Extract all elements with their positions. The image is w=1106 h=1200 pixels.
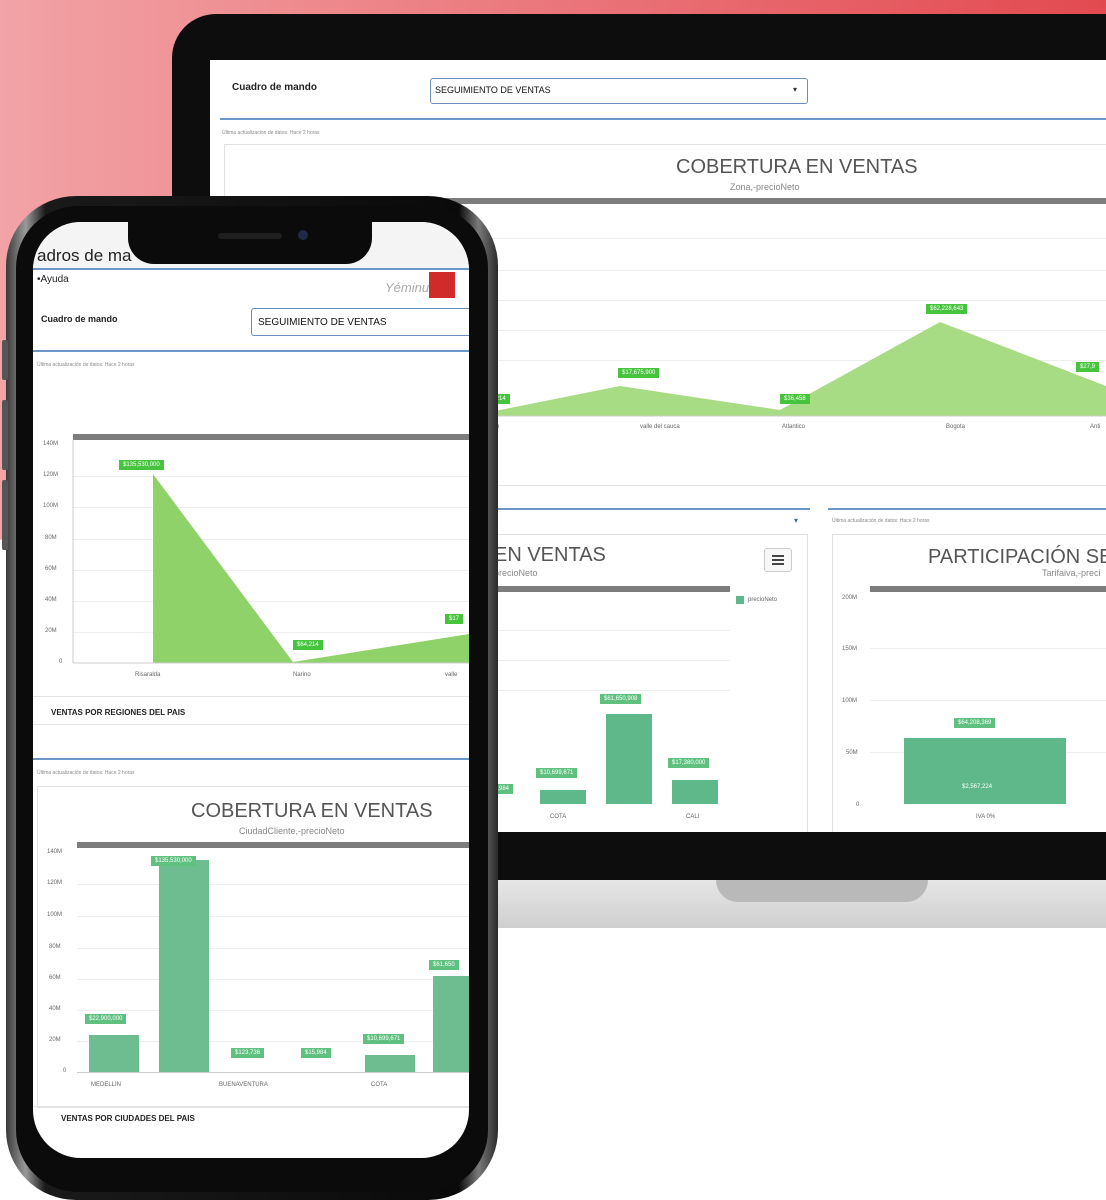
- bar: [904, 738, 1066, 804]
- gridline: [77, 916, 469, 917]
- y-tick-label: 0: [63, 1068, 67, 1074]
- x-tick-label: BUENAVENTURA: [219, 1082, 268, 1088]
- chart-header-bar: [870, 586, 1106, 592]
- bar: [89, 1035, 139, 1072]
- volume-button: [2, 480, 8, 550]
- mid-left-subtitle: precioNeto: [494, 568, 538, 578]
- x-tick-label: COTA: [550, 814, 567, 820]
- data-label: $10,699,671: [536, 768, 578, 778]
- x-tick-label: valle del cauca: [640, 424, 680, 430]
- data-label: $15,984: [301, 1048, 331, 1058]
- section-heading: VENTAS POR CIUDADES DEL PAIS: [61, 1114, 195, 1123]
- camera-icon: [298, 230, 308, 240]
- bar-chart-subtitle: CiudadCliente,-precioNeto: [239, 826, 345, 836]
- mid-right-subtitle: Tarifaiva,-preci: [1042, 568, 1101, 578]
- data-label: $135,530,000: [119, 460, 164, 470]
- last-update-text: Última actualización de datos: Hace 2 ho…: [37, 770, 135, 776]
- x-tick-label: valle: [445, 672, 458, 678]
- data-label: $64,208,369: [954, 718, 996, 728]
- chart-header-bar: [490, 586, 730, 592]
- legend-swatch: [736, 596, 744, 604]
- y-tick-label: 200M: [842, 595, 858, 601]
- x-tick-label: IVA 0%: [976, 814, 996, 820]
- y-tick-label: 60M: [49, 975, 61, 981]
- divider: [33, 724, 469, 725]
- section-rule: [490, 508, 810, 510]
- section-heading: VENTAS POR REGIONES DEL PAIS: [51, 708, 186, 717]
- y-tick-label: 150M: [842, 646, 858, 652]
- volume-button: [2, 400, 8, 470]
- y-tick-label: 120M: [47, 880, 63, 886]
- x-tick-label: Anti: [1090, 424, 1101, 430]
- data-label: $62,228,643: [926, 304, 968, 314]
- data-label: $64,214: [293, 640, 323, 650]
- gridline: [870, 700, 1106, 701]
- bar: [672, 780, 718, 804]
- x-tick-label: CALI: [686, 814, 700, 820]
- gridline: [490, 630, 730, 631]
- divider: [33, 696, 469, 697]
- x-axis: [77, 1072, 469, 1073]
- x-tick-label: MEDELLIN: [91, 1082, 122, 1088]
- area-chart: [72, 440, 469, 664]
- divider: [33, 1106, 469, 1107]
- section-rule: [828, 508, 1106, 510]
- section-rule: [33, 758, 469, 760]
- phone-screen: adros de ma •Ayuda Yéminus Cuadro de man…: [33, 222, 469, 1158]
- gridline: [77, 979, 469, 980]
- data-label: $61,650: [429, 960, 459, 970]
- gridline: [490, 690, 730, 691]
- bar: [540, 790, 586, 804]
- bar: [159, 860, 209, 1072]
- gridline: [77, 884, 469, 885]
- chevron-down-icon[interactable]: ▾: [794, 516, 798, 525]
- x-tick-label: Narino: [293, 672, 311, 678]
- legend-label: precioNeto: [748, 597, 778, 603]
- y-tick-label: 0: [856, 802, 860, 808]
- data-label: $135,530,000: [151, 856, 196, 866]
- mid-right-title: PARTICIPACIÓN SEG: [928, 546, 1106, 568]
- y-tick-label: 100M: [47, 912, 63, 918]
- data-label: $10,699,671: [363, 1034, 405, 1044]
- y-tick-label: 20M: [49, 1037, 61, 1043]
- gridline: [490, 660, 730, 661]
- y-tick-label: 100M: [842, 698, 858, 704]
- bar: [433, 976, 469, 1072]
- laptop-hinge: [716, 880, 928, 902]
- bar: [606, 714, 652, 804]
- data-label: $17: [445, 614, 464, 624]
- x-tick-label: Risaralda: [135, 672, 161, 678]
- data-label: $17,380,000: [668, 758, 710, 768]
- mid-left-title: EN VENTAS: [494, 544, 606, 566]
- gridline: [77, 1010, 469, 1011]
- y-tick-label: 140M: [47, 849, 63, 855]
- volume-button: [2, 340, 8, 380]
- data-label: $36,458: [780, 394, 810, 404]
- y-tick-label: 40M: [49, 1006, 61, 1012]
- y-tick-label: 50M: [846, 750, 858, 756]
- menu-icon[interactable]: [764, 548, 792, 572]
- x-tick-label: Bogota: [946, 424, 966, 430]
- speaker-icon: [218, 233, 282, 239]
- data-label: $2,567,224: [962, 784, 993, 790]
- last-update-text: Última actualización de datos: Hace 2 ho…: [832, 518, 930, 524]
- x-tick-label: COTA: [371, 1082, 388, 1088]
- chart-header-bar: [77, 842, 469, 848]
- gridline: [77, 948, 469, 949]
- y-tick-label: 80M: [49, 944, 61, 950]
- data-label: $123,736: [231, 1048, 265, 1058]
- data-label: $22,900,000: [85, 1014, 127, 1024]
- data-label: $17,675,900: [618, 368, 660, 378]
- phone-notch: [128, 214, 372, 264]
- bar: [365, 1055, 415, 1072]
- data-label: $61,650,908: [600, 694, 642, 704]
- data-label: $27,9: [1076, 362, 1100, 372]
- gridline: [870, 648, 1106, 649]
- x-tick-label: Atlantico: [782, 424, 806, 430]
- bar-chart-title: COBERTURA EN VENTAS: [191, 800, 433, 822]
